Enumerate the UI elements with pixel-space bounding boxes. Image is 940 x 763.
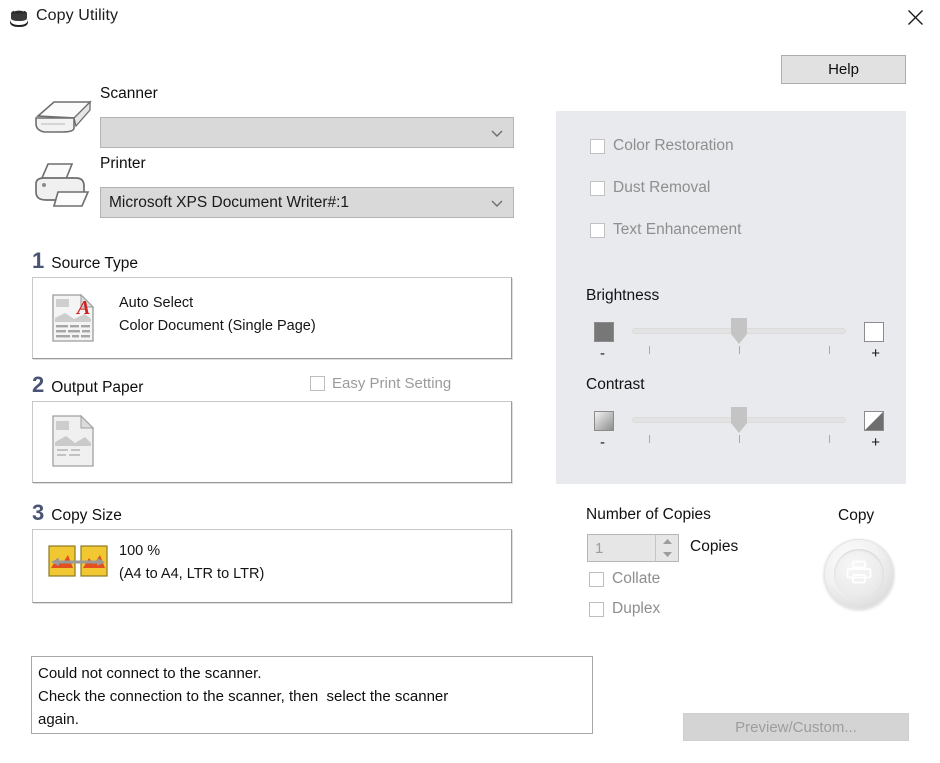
- chevron-down-icon: [490, 126, 504, 140]
- scanner-icon: [32, 88, 94, 143]
- resize-images-icon: [47, 538, 109, 595]
- step-1-title: Source Type: [51, 255, 138, 272]
- number-of-copies-stepper[interactable]: 1: [587, 534, 679, 562]
- contrast-slider[interactable]: [632, 405, 846, 443]
- dust-removal-checkbox[interactable]: Dust Removal: [590, 179, 710, 197]
- status-line-2: Check the connection to the scanner, the…: [38, 688, 449, 705]
- title-bar: Copy Utility: [0, 0, 940, 36]
- collate-checkbox[interactable]: Collate: [589, 570, 660, 588]
- contrast-minus-label: -: [600, 434, 605, 451]
- copy-action-label: Copy: [838, 507, 875, 524]
- help-button-label: Help: [828, 61, 859, 78]
- easy-print-setting-label: Easy Print Setting: [332, 375, 452, 392]
- step-2-heading: 2 Output Paper: [32, 374, 143, 397]
- close-icon[interactable]: [900, 4, 930, 30]
- printer-icon: [32, 158, 94, 215]
- color-restoration-checkbox[interactable]: Color Restoration: [590, 137, 734, 155]
- copy-button-inner: [834, 549, 884, 599]
- printer-label: Printer: [100, 155, 146, 172]
- scanner-label: Scanner: [100, 85, 158, 102]
- step-3-title: Copy Size: [51, 507, 122, 524]
- checkbox-box: [589, 601, 604, 617]
- copy-size-line2: (A4 to A4, LTR to LTR): [119, 566, 265, 582]
- source-type-button[interactable]: A Auto Select Color Document (Single Pag…: [32, 277, 512, 359]
- printer-icon: [846, 560, 872, 589]
- duplex-checkbox[interactable]: Duplex: [589, 600, 660, 618]
- number-of-copies-value: 1: [595, 539, 604, 557]
- status-line-3: again.: [38, 711, 79, 728]
- copier-icon: [8, 8, 30, 28]
- brightness-plus-label: +: [871, 345, 880, 362]
- text-enhancement-label: Text Enhancement: [613, 221, 742, 238]
- slider-ticks: [632, 435, 846, 444]
- text-enhancement-checkbox[interactable]: Text Enhancement: [590, 221, 741, 239]
- duplex-label: Duplex: [612, 600, 661, 617]
- checkbox-box: [590, 180, 605, 196]
- step-2-title: Output Paper: [51, 379, 144, 396]
- copy-size-button[interactable]: 100 % (A4 to A4, LTR to LTR): [32, 529, 512, 603]
- checkbox-box: [589, 571, 604, 587]
- copy-size-line1: 100 %: [119, 543, 161, 559]
- output-paper-button[interactable]: [32, 401, 512, 483]
- copy-button[interactable]: [824, 539, 894, 609]
- printer-select[interactable]: Microsoft XPS Document Writer#:1: [100, 187, 514, 218]
- collate-label: Collate: [612, 570, 661, 587]
- checkbox-box: [310, 376, 325, 391]
- color-document-icon: A: [47, 292, 99, 349]
- contrast-split-icon: [864, 411, 884, 431]
- preview-custom-label: Preview/Custom...: [735, 718, 857, 736]
- window-title: Copy Utility: [36, 7, 119, 24]
- slider-thumb[interactable]: [730, 406, 748, 434]
- checkbox-box: [590, 138, 605, 154]
- brightness-slider[interactable]: [632, 316, 846, 354]
- slider-thumb[interactable]: [730, 317, 748, 345]
- contrast-slider-row: - +: [594, 405, 884, 455]
- status-message-box: Could not connect to the scanner. Check …: [31, 656, 593, 734]
- brightness-minus-label: -: [600, 345, 605, 362]
- step-1-number: 1: [32, 248, 45, 273]
- brightness-slider-row: - +: [594, 316, 884, 366]
- status-line-1: Could not connect to the scanner.: [38, 665, 262, 682]
- step-3-number: 3: [32, 500, 45, 525]
- gradient-square-icon: [594, 411, 614, 431]
- slider-ticks: [632, 346, 846, 355]
- dark-square-icon: [594, 322, 614, 342]
- blank-paper-icon: [47, 412, 99, 475]
- source-type-line1: Auto Select: [119, 295, 194, 311]
- printer-select-value: Microsoft XPS Document Writer#:1: [109, 193, 350, 211]
- light-square-icon: [864, 322, 884, 342]
- copies-unit-label: Copies: [690, 538, 739, 555]
- step-3-heading: 3 Copy Size: [32, 502, 122, 525]
- number-of-copies-label: Number of Copies: [586, 506, 711, 523]
- step-2-number: 2: [32, 372, 45, 397]
- stepper-down-icon[interactable]: [656, 548, 678, 561]
- stepper-up-icon[interactable]: [656, 535, 678, 548]
- preview-custom-button[interactable]: Preview/Custom...: [683, 713, 909, 741]
- step-1-heading: 1 Source Type: [32, 250, 138, 273]
- checkbox-box: [590, 222, 605, 238]
- image-settings-panel: Color Restoration Dust Removal Text Enha…: [556, 111, 906, 484]
- color-restoration-label: Color Restoration: [613, 137, 734, 154]
- source-type-line2: Color Document (Single Page): [119, 318, 316, 334]
- dust-removal-label: Dust Removal: [613, 179, 711, 196]
- chevron-down-icon: [490, 196, 504, 210]
- easy-print-setting-checkbox[interactable]: Easy Print Setting: [310, 375, 451, 392]
- contrast-label: Contrast: [586, 376, 645, 393]
- brightness-label: Brightness: [586, 287, 660, 304]
- stepper-buttons: [655, 535, 678, 561]
- scanner-select[interactable]: [100, 117, 514, 148]
- contrast-plus-label: +: [871, 434, 880, 451]
- help-button[interactable]: Help: [781, 55, 906, 84]
